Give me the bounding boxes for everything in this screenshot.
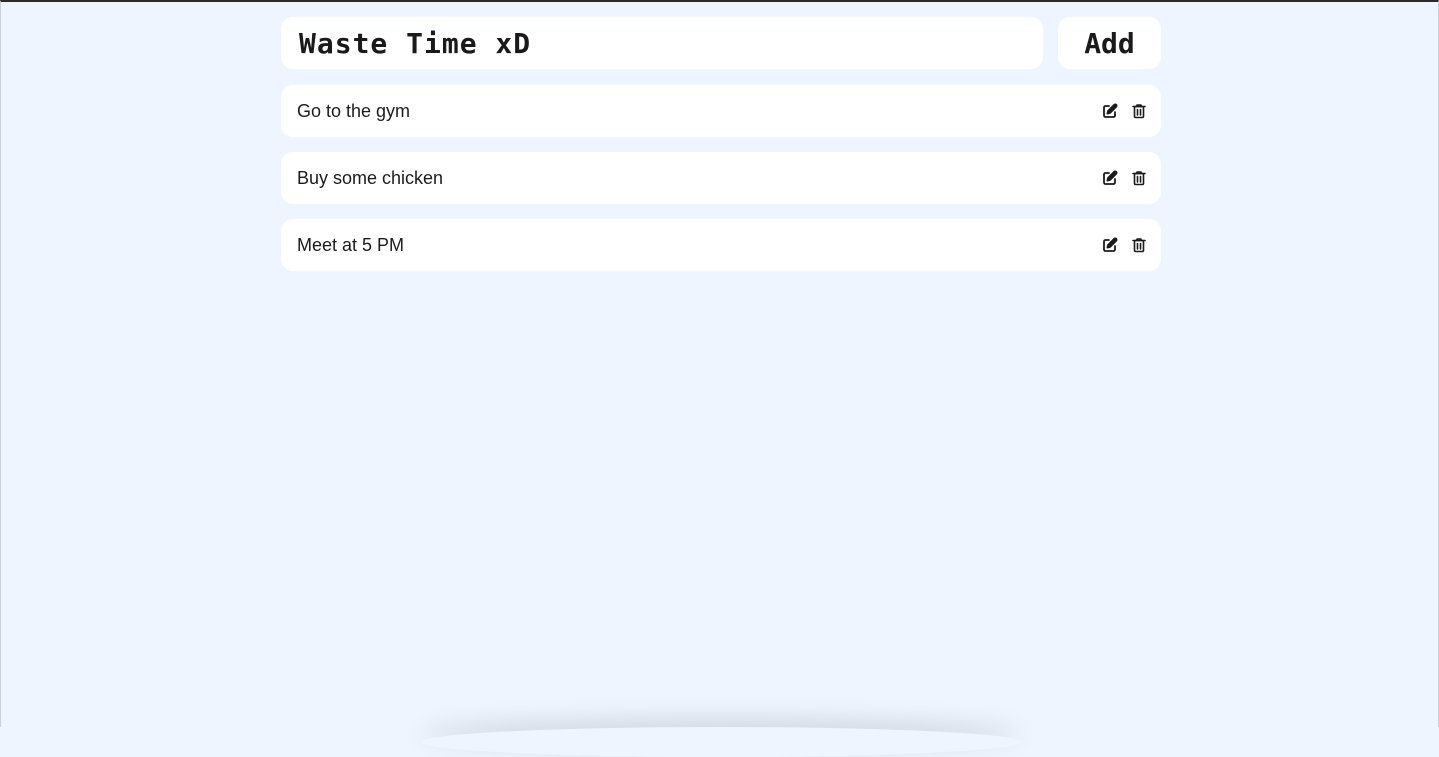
task-actions [1102,237,1147,253]
task-text: Buy some chicken [297,167,444,188]
list-item: Buy some chicken [281,152,1161,204]
task-actions [1102,170,1147,186]
list-item: Go to the gym [281,85,1161,137]
edit-icon [1103,237,1118,252]
task-actions [1102,103,1147,119]
list-item: Meet at 5 PM [281,219,1161,271]
bottom-shadow [421,727,1021,757]
edit-button[interactable] [1102,103,1118,119]
edit-icon [1103,103,1118,118]
delete-button[interactable] [1131,237,1147,253]
trash-icon [1132,238,1146,253]
task-list: Go to the gym Buy some chicken Meet at 5… [281,85,1161,271]
edit-button[interactable] [1102,237,1118,253]
edit-icon [1103,170,1118,185]
delete-button[interactable] [1131,103,1147,119]
task-input[interactable] [281,17,1043,69]
delete-button[interactable] [1131,170,1147,186]
task-text: Go to the gym [297,100,411,121]
todo-app: Add Go to the gym [281,17,1161,286]
task-text: Meet at 5 PM [297,234,405,255]
edit-button[interactable] [1102,170,1118,186]
add-button[interactable]: Add [1058,17,1161,69]
input-row: Add [281,17,1161,69]
trash-icon [1132,104,1146,119]
trash-icon [1132,171,1146,186]
